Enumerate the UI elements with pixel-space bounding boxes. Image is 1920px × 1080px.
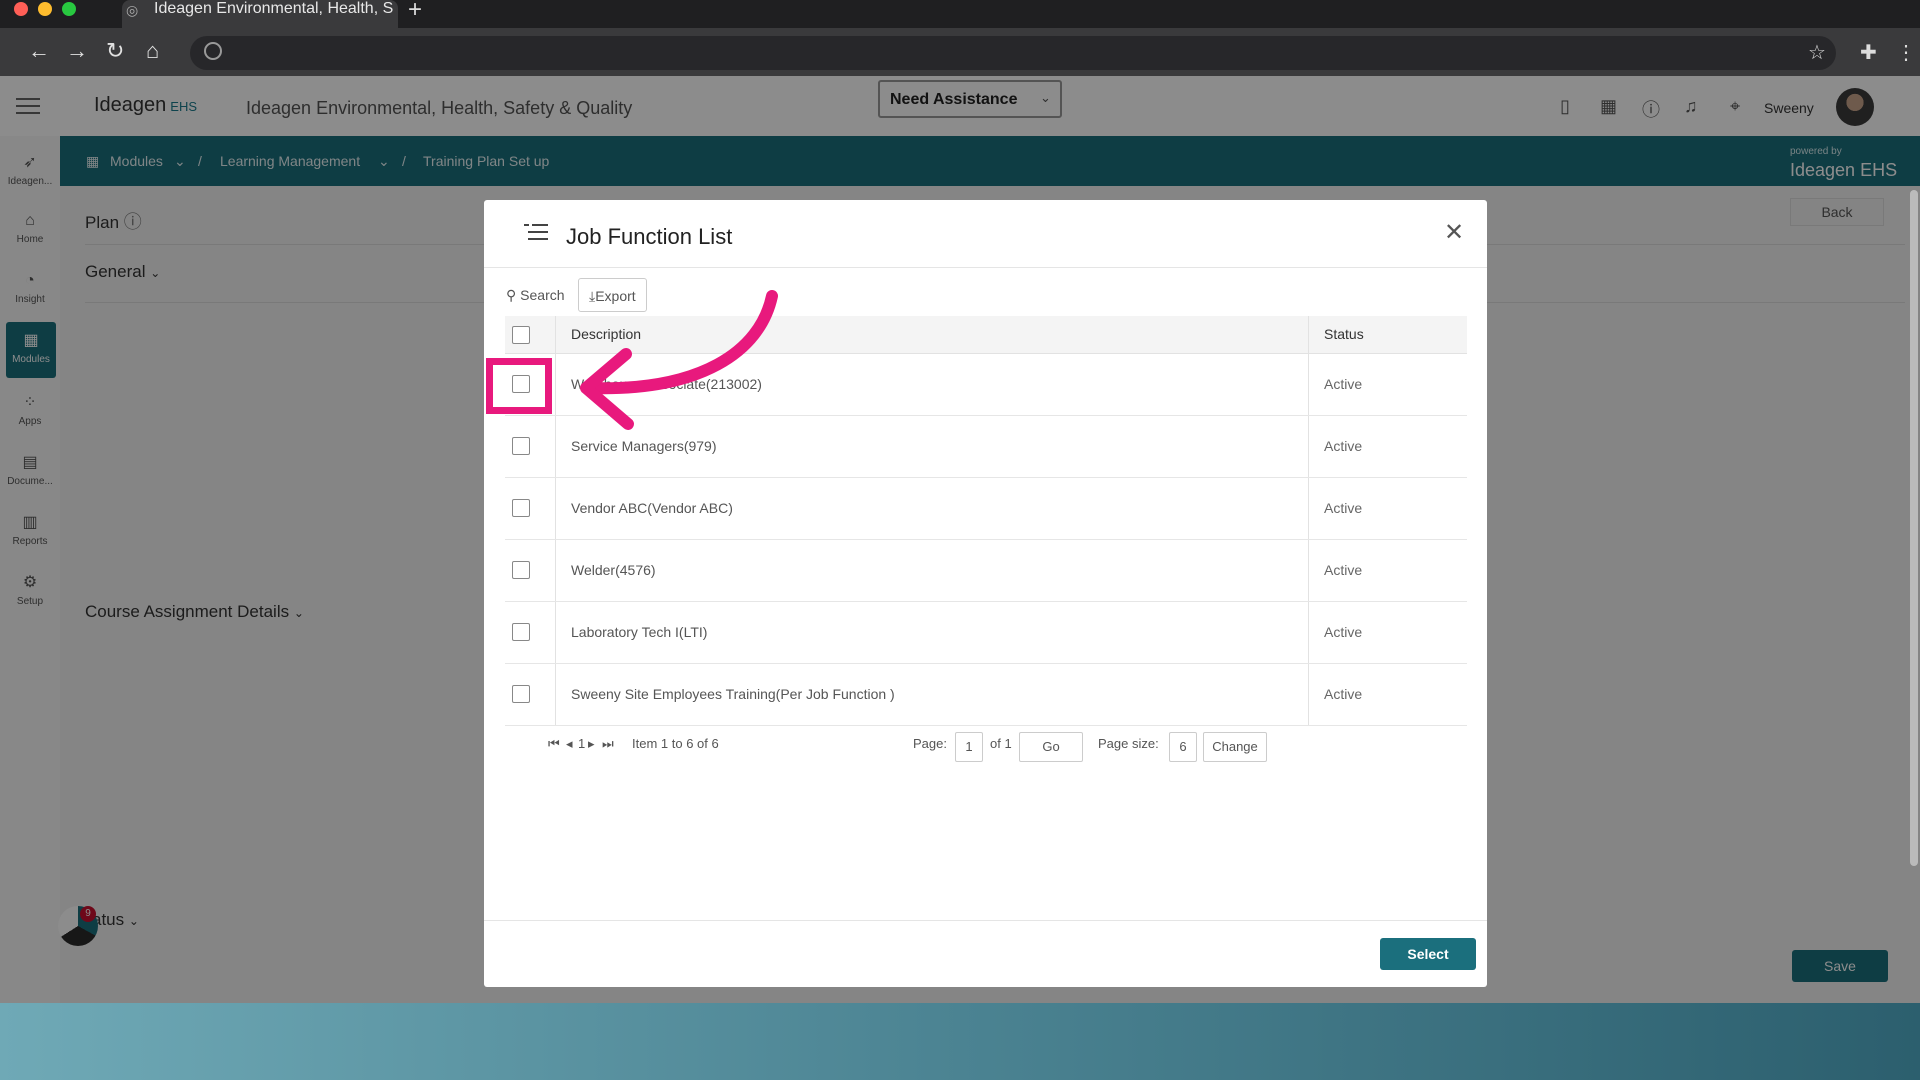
first-page-icon[interactable]: ⏮ — [548, 736, 560, 752]
row-checkbox[interactable] — [512, 623, 530, 641]
go-button[interactable]: Go — [1019, 732, 1083, 762]
select-all-checkbox[interactable] — [512, 326, 530, 344]
change-page-size-button[interactable]: Change — [1203, 732, 1267, 762]
list-icon — [524, 224, 548, 240]
row-description: Welder(4576) — [571, 562, 656, 578]
row-checkbox[interactable] — [512, 437, 530, 455]
row-description: Sweeny Site Employees Training(Per Job F… — [571, 686, 895, 702]
row-status: Active — [1324, 376, 1363, 392]
browser-tab-title: Ideagen Environmental, Health, S — [154, 0, 394, 17]
browser-tab[interactable]: Ideagen Environmental, Health, S — [122, 0, 398, 28]
modal-footer-divider — [484, 920, 1487, 921]
modal-title: Job Function List — [566, 224, 733, 249]
row-checkbox[interactable] — [512, 499, 530, 517]
row-description: Vendor ABC(Vendor ABC) — [571, 500, 733, 516]
row-description: Service Managers(979) — [571, 438, 717, 454]
row-status: Active — [1324, 500, 1363, 516]
forward-arrow-icon[interactable]: → — [66, 38, 88, 64]
row-status: Active — [1324, 686, 1363, 702]
row-checkbox[interactable] — [512, 685, 530, 703]
globe-icon: ◎ — [126, 2, 139, 18]
select-button[interactable]: Select — [1380, 938, 1476, 970]
row-checkbox[interactable] — [512, 561, 530, 579]
row-description: Laboratory Tech I(LTI) — [571, 624, 708, 640]
row-status: Active — [1324, 438, 1363, 454]
page-size-input[interactable]: 6 — [1169, 732, 1197, 762]
address-bar[interactable] — [190, 36, 1836, 70]
back-arrow-icon[interactable]: ← — [28, 38, 50, 64]
row-status: Active — [1324, 624, 1363, 640]
next-page-icon[interactable]: ▸ — [588, 736, 595, 752]
search-button[interactable]: ⚲ Search — [506, 278, 565, 312]
page-label: Page: — [913, 736, 947, 751]
last-page-icon[interactable]: ⏭ — [602, 736, 614, 752]
desktop-background — [0, 1003, 1920, 1080]
maximize-window-dot[interactable] — [62, 2, 76, 16]
new-tab-button[interactable]: + — [408, 0, 422, 24]
page-size-label: Page size: — [1098, 736, 1159, 751]
highlight-box — [486, 358, 552, 414]
close-window-dot[interactable] — [14, 2, 28, 16]
current-page-number[interactable]: 1 — [578, 736, 585, 751]
pager-summary: Item 1 to 6 of 6 — [632, 736, 719, 751]
minimize-window-dot[interactable] — [38, 2, 52, 16]
pointer-arrow — [580, 290, 778, 430]
page-count-label: of 1 — [990, 736, 1012, 751]
home-icon[interactable]: ⌂ — [146, 38, 159, 64]
reload-icon[interactable]: ↻ — [106, 38, 124, 64]
page-scrollbar[interactable] — [1910, 190, 1918, 866]
site-info-icon[interactable] — [204, 42, 222, 60]
browser-menu-icon[interactable]: ⋮ — [1896, 40, 1916, 65]
close-icon[interactable]: ✕ — [1444, 218, 1464, 247]
extensions-icon[interactable]: ✚ — [1860, 40, 1877, 65]
column-status[interactable]: Status — [1324, 326, 1364, 342]
search-icon: ⚲ — [506, 287, 517, 303]
page-number-input[interactable]: 1 — [955, 732, 983, 762]
row-status: Active — [1324, 562, 1363, 578]
prev-page-icon[interactable]: ◂ — [566, 736, 573, 752]
bookmark-star-icon[interactable]: ☆ — [1808, 40, 1826, 65]
